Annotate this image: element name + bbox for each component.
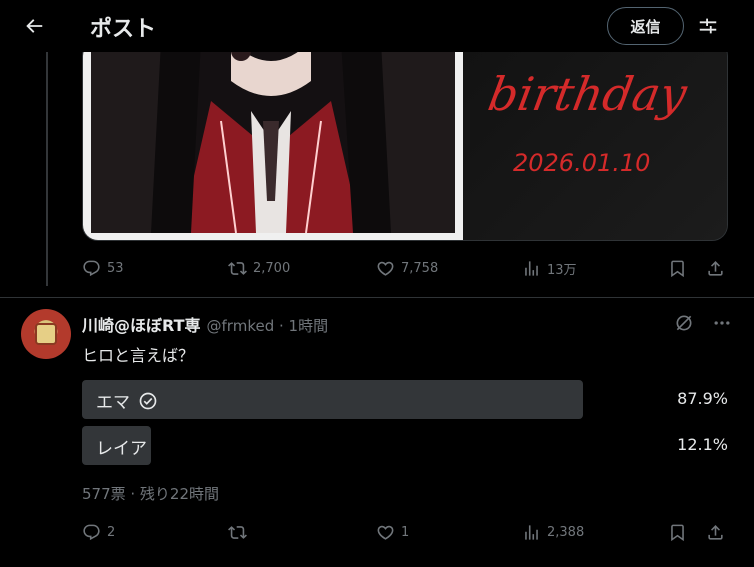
divider [0,297,754,298]
views-action[interactable]: 2,388 [522,523,584,542]
grok-icon [676,315,692,331]
adjust-button[interactable] [690,8,726,44]
repost-action[interactable]: 2,700 [228,259,290,278]
like-action[interactable]: 1 [376,523,409,542]
bookmark-action[interactable] [668,259,687,278]
poll-meta: 577票 · 残り22時間 [82,485,220,503]
views-icon [525,525,538,540]
page-title: ポスト [90,17,157,42]
repost-action[interactable] [228,523,247,542]
like-icon [377,525,394,540]
share-icon [708,261,723,276]
poll-option-0[interactable]: エマ 87.9% [82,380,728,419]
reply-header: 川崎@ほぼRT専 @frmked · 1時間 [82,312,328,336]
image-frame [83,41,463,240]
like-action[interactable]: 7,758 [376,259,438,278]
birthday-text: birthday [484,67,691,121]
back-button[interactable] [16,8,52,44]
adjust-icon [699,18,717,34]
bookmark-icon [671,260,684,278]
character-illustration [91,41,455,233]
grok-button[interactable] [672,311,696,335]
thread-line [46,52,48,286]
reply-button[interactable]: 返信 [607,7,684,45]
post-image[interactable]: birthday 2026.01.10 [82,40,728,241]
views-action[interactable]: 13万 [522,259,577,278]
back-arrow-icon [26,19,43,33]
reply-header-icons [672,311,734,335]
poll-percent-0: 87.9% [677,389,728,408]
reply-text: ヒロと言えば？ [82,346,195,365]
repost-icon [228,526,247,539]
views-count: 13万 [547,263,577,278]
bookmark-icon [671,524,684,542]
reply-count: 2 [107,525,116,540]
post-action-bar: 53 2,700 7,758 13万 [82,259,728,279]
repost-count: 2,700 [253,261,291,276]
more-button[interactable] [710,311,734,335]
share-action[interactable] [706,523,725,542]
views-icon [525,261,538,276]
author-name[interactable]: 川崎@ほぼRT専 [82,312,201,336]
birthday-panel: birthday 2026.01.10 [463,41,727,240]
birthday-date: 2026.01.10 [513,149,651,177]
reply-icon [83,260,100,277]
reply-icon [83,524,100,541]
share-action[interactable] [706,259,725,278]
check-circle-icon [139,392,157,409]
like-icon [377,261,394,276]
like-count: 7,758 [401,261,439,276]
poll-option-1[interactable]: レイア 12.1% [82,426,728,465]
bookmark-action[interactable] [668,523,687,542]
top-bar: ポスト 返信 [0,0,754,52]
poll-percent-1: 12.1% [677,435,728,454]
views-count: 2,388 [547,525,585,540]
more-icon [714,321,730,325]
author-meta[interactable]: @frmked · 1時間 [207,315,329,336]
poll-label-1: レイア [96,439,147,459]
reply-count: 53 [107,261,124,276]
poll-label-0: エマ [96,388,158,413]
reply-action[interactable]: 53 [82,259,124,278]
repost-icon [228,262,247,275]
like-count: 1 [401,525,410,540]
avatar[interactable] [21,309,71,359]
reply-action-bar: 2 1 2,388 [82,523,728,543]
share-icon [708,525,723,540]
reply-action[interactable]: 2 [82,523,115,542]
